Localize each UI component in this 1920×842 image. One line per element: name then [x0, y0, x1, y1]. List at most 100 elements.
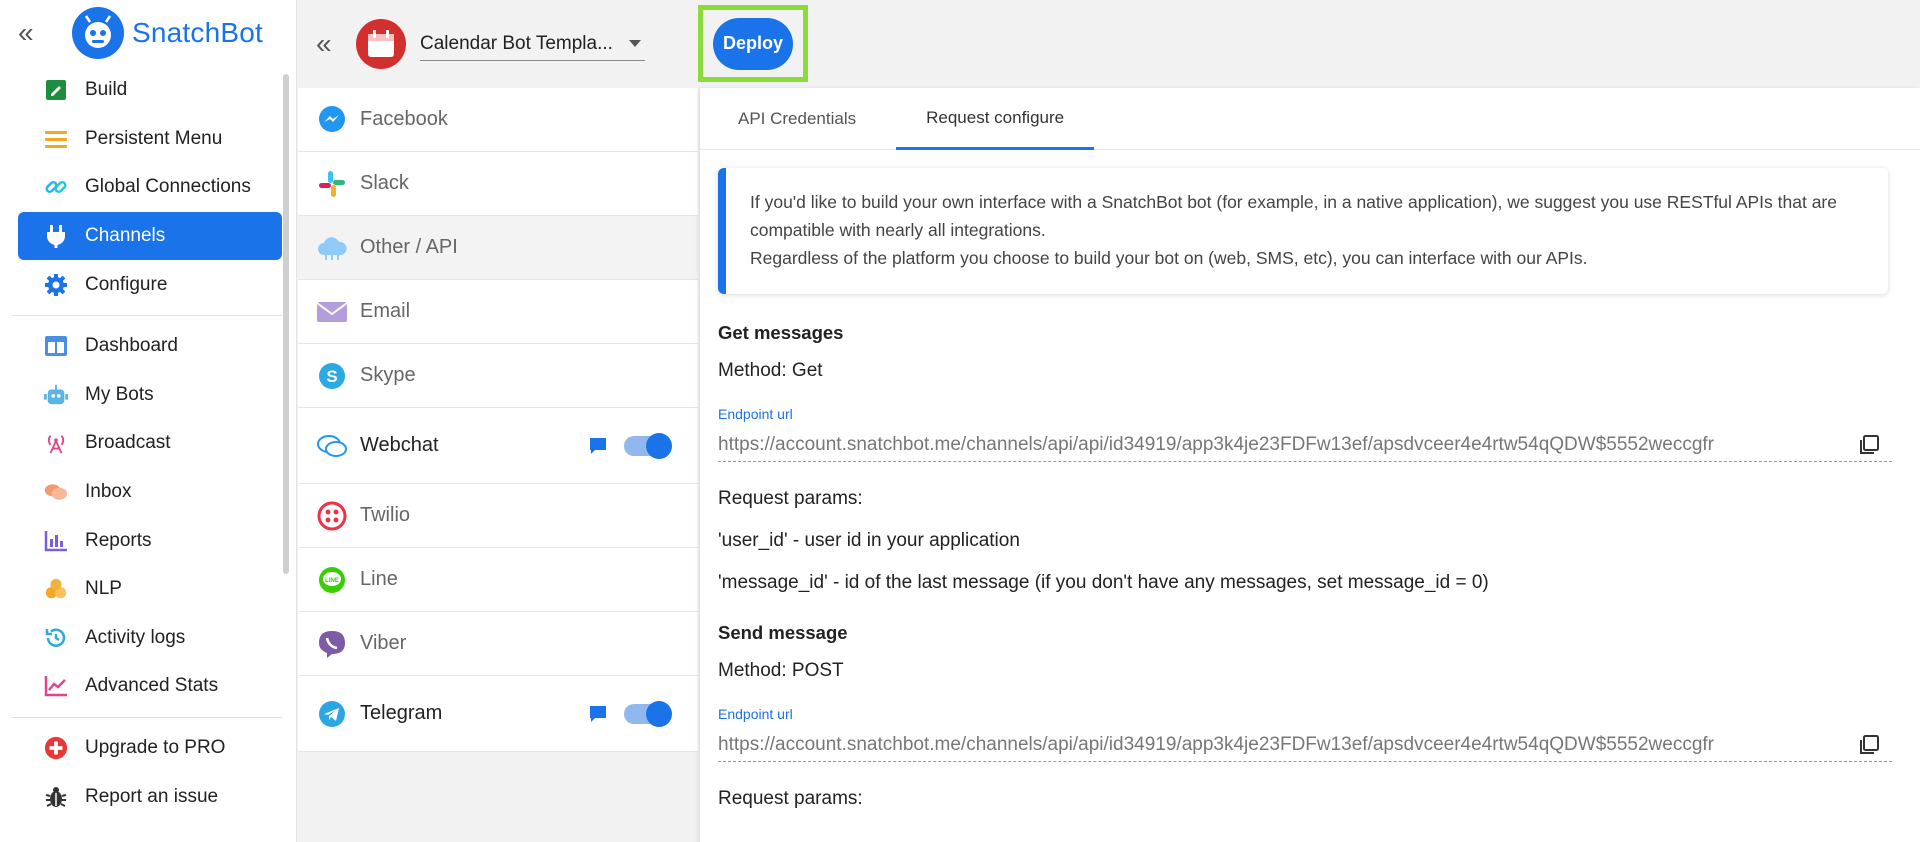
toggle-knob	[646, 700, 672, 727]
chat-settings-icon[interactable]	[588, 704, 608, 724]
deploy-button[interactable]: Deploy	[713, 17, 793, 70]
sidebar-item-my-bots[interactable]: My Bots	[18, 371, 282, 420]
tab-api-credentials[interactable]: API Credentials	[738, 88, 856, 150]
sidebar-item-configure[interactable]: Configure	[18, 260, 282, 309]
broadcast-icon	[44, 431, 68, 455]
endpoint-url-value[interactable]: https://account.snatchbot.me/channels/ap…	[718, 734, 1714, 756]
channel-controls	[588, 432, 672, 459]
channel-item-facebook[interactable]: Facebook	[298, 88, 698, 152]
sidebar-item-build[interactable]: Build	[18, 66, 282, 115]
line-icon: LINE	[316, 564, 348, 596]
channel-label: Telegram	[360, 702, 443, 724]
menu-icon	[44, 127, 68, 151]
robot-icon	[44, 383, 68, 407]
plug-icon	[44, 224, 68, 249]
stats-icon	[44, 674, 68, 698]
channel-label: Skype	[360, 364, 416, 386]
sidebar-item-reports[interactable]: Reports	[18, 516, 282, 565]
main-content: Deploy API Credentials Request configure…	[698, 0, 1920, 842]
endpoint-label: Endpoint url	[718, 406, 793, 422]
channel-item-slack[interactable]: Slack	[298, 152, 698, 216]
sidebar-item-nlp[interactable]: NLP	[18, 565, 282, 614]
sidebar-item-report-issue[interactable]: Report an issue	[18, 772, 282, 821]
copy-icon[interactable]	[1858, 434, 1880, 456]
channel-item-viber[interactable]: Viber	[298, 612, 698, 676]
endpoint-label: Endpoint url	[718, 706, 793, 722]
telegram-toggle[interactable]	[624, 700, 672, 727]
sidebar-item-upgrade-pro[interactable]: Upgrade to PRO	[18, 724, 282, 773]
link-icon	[44, 175, 68, 199]
channel-label: Webchat	[360, 434, 439, 456]
build-icon	[44, 78, 68, 102]
sidebar-item-label: Configure	[85, 273, 168, 295]
app-root: « SnatchBot Build Persistent Menu Global…	[0, 0, 1920, 842]
twilio-icon	[316, 500, 348, 532]
sidebar-scrollbar[interactable]	[283, 74, 289, 574]
sidebar-item-label: Activity logs	[85, 626, 186, 648]
request-config-content: Get messages Method: Get Endpoint url ht…	[700, 322, 1920, 810]
api-config-panel: API Credentials Request configure If you…	[700, 88, 1920, 842]
svg-text:S: S	[326, 367, 337, 386]
email-icon	[316, 296, 348, 328]
endpoint-url-value[interactable]: https://account.snatchbot.me/channels/ap…	[718, 434, 1714, 456]
sidebar-item-advanced-stats[interactable]: Advanced Stats	[18, 662, 282, 711]
copy-icon[interactable]	[1858, 734, 1880, 756]
reports-icon	[44, 529, 68, 553]
sidebar-item-label: Inbox	[85, 481, 132, 503]
bot-calendar-icon	[356, 19, 406, 69]
toggle-knob	[646, 432, 672, 459]
collapse-channels-button[interactable]: «	[316, 28, 356, 60]
sidebar-item-channels[interactable]: Channels	[18, 211, 282, 261]
param-user-id: 'user_id' - user id in your application	[718, 530, 1020, 551]
viber-icon	[316, 628, 348, 660]
sidebar-item-label: Persistent Menu	[85, 127, 223, 149]
bot-selector-dropdown[interactable]: Calendar Bot Templa...	[420, 27, 645, 61]
channel-item-webchat[interactable]: Webchat	[298, 408, 698, 484]
channel-item-other-api[interactable]: Other / API	[298, 216, 698, 280]
channel-item-telegram[interactable]: Telegram	[298, 676, 698, 752]
channel-label: Facebook	[360, 108, 448, 130]
sidebar-nav-secondary: Dashboard My Bots Broadcast Inbox Report…	[0, 322, 296, 711]
plus-badge-icon	[44, 736, 68, 760]
sidebar-item-label: Upgrade to PRO	[85, 737, 226, 759]
sidebar-item-label: Channels	[85, 225, 166, 247]
channel-item-email[interactable]: Email	[298, 280, 698, 344]
param-message-id: 'message_id' - id of the last message (i…	[718, 572, 1489, 593]
sidebar-divider	[12, 716, 282, 718]
channel-label: Line	[360, 568, 398, 590]
nlp-icon	[44, 577, 68, 601]
bot-selector-value: Calendar Bot Templa...	[420, 32, 613, 54]
sidebar-divider	[12, 314, 282, 316]
collapse-sidebar-button[interactable]: «	[18, 19, 58, 47]
webchat-toggle[interactable]	[624, 432, 672, 459]
bug-icon	[44, 785, 68, 809]
brand-name[interactable]: SnatchBot	[132, 17, 263, 49]
gear-icon	[44, 273, 68, 297]
endpoint-field[interactable]: https://account.snatchbot.me/channels/ap…	[718, 728, 1892, 762]
sidebar-item-label: My Bots	[85, 383, 154, 405]
channels-header: « Calendar Bot Templa...	[298, 0, 698, 88]
dashboard-icon	[44, 334, 68, 358]
messenger-icon	[316, 104, 348, 136]
sidebar-nav-primary: Build Persistent Menu Global Connections…	[0, 66, 296, 309]
sidebar-item-persistent-menu[interactable]: Persistent Menu	[18, 115, 282, 164]
info-text: If you'd like to build your own interfac…	[750, 192, 1837, 240]
tab-request-configure[interactable]: Request configure	[896, 88, 1095, 150]
sidebar-item-dashboard[interactable]: Dashboard	[18, 322, 282, 371]
cloud-icon	[316, 232, 348, 264]
chat-settings-icon[interactable]	[588, 436, 608, 456]
sidebar-item-activity-logs[interactable]: Activity logs	[18, 614, 282, 663]
sidebar-nav-footer: Upgrade to PRO Report an issue	[0, 724, 296, 821]
channel-label: Email	[360, 300, 411, 322]
channel-item-skype[interactable]: S Skype	[298, 344, 698, 408]
sidebar-item-global-connections[interactable]: Global Connections	[18, 163, 282, 212]
channel-item-line[interactable]: LINE Line	[298, 548, 698, 612]
sidebar-item-broadcast[interactable]: Broadcast	[18, 419, 282, 468]
endpoint-field[interactable]: https://account.snatchbot.me/channels/ap…	[718, 428, 1892, 462]
channel-item-twilio[interactable]: Twilio	[298, 484, 698, 548]
skype-icon: S	[316, 360, 348, 392]
channel-list: Facebook Slack Other / API Email S Skype…	[298, 88, 698, 752]
request-params-heading: Request params:	[718, 788, 863, 809]
sidebar-item-inbox[interactable]: Inbox	[18, 468, 282, 517]
tab-bar: API Credentials Request configure	[700, 88, 1920, 150]
